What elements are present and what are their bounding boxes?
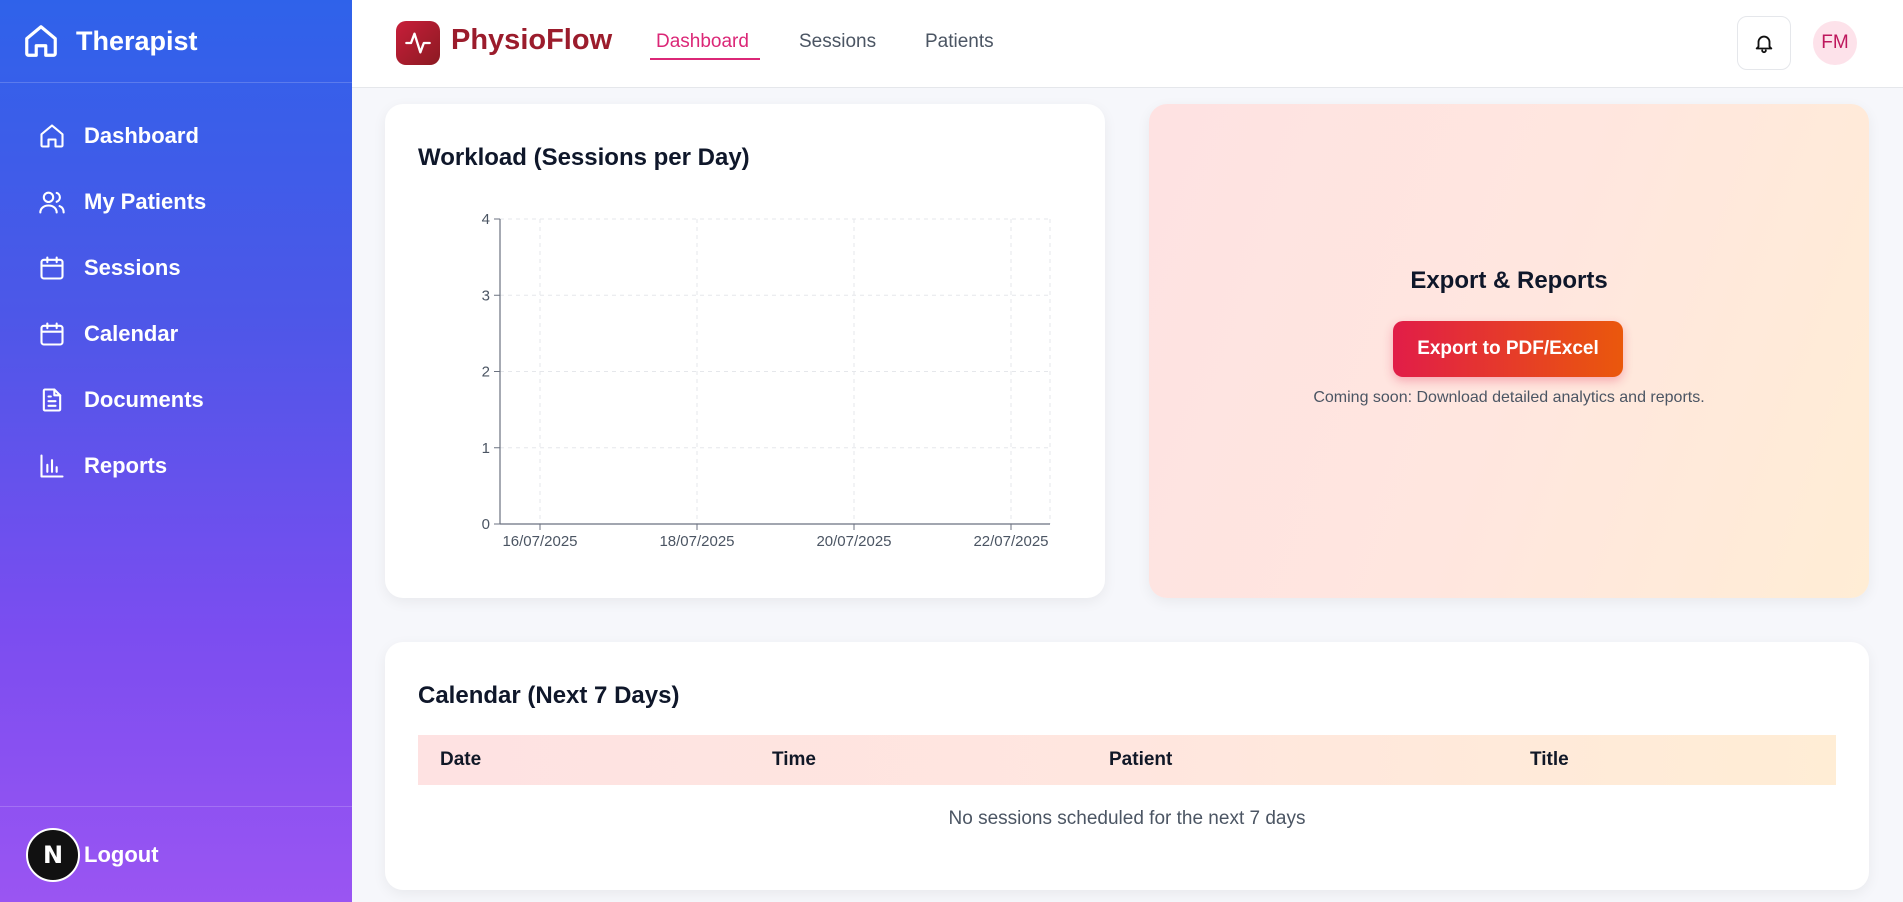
calendar-card: Calendar (Next 7 Days) Date Time Patient… <box>385 642 1869 890</box>
calendar-title: Calendar (Next 7 Days) <box>418 682 680 709</box>
y-tick-label: 3 <box>482 287 490 304</box>
y-tick-label: 2 <box>482 364 490 381</box>
export-button[interactable]: Export to PDF/Excel <box>1393 321 1623 377</box>
notifications-button[interactable] <box>1737 16 1791 70</box>
sidebar-item-label: My Patients <box>84 189 207 214</box>
logout-label: Logout <box>84 841 159 867</box>
tab-dashboard[interactable]: Dashboard <box>656 31 749 53</box>
sidebar-item-label: Documents <box>84 387 204 412</box>
sidebar-item-calendar[interactable]: Calendar <box>0 301 352 367</box>
column-header-time[interactable]: Time <box>772 749 816 771</box>
y-tick-label: 1 <box>482 440 490 457</box>
sidebar-item-label: Calendar <box>84 321 179 346</box>
x-tick-label: 20/07/2025 <box>816 533 891 550</box>
sidebar-item-reports[interactable]: Reports <box>0 433 352 499</box>
export-title: Export & Reports <box>1410 267 1608 294</box>
sidebar-brand[interactable]: Therapist <box>0 0 352 83</box>
sidebar: Therapist Dashboard My Patients Sessions… <box>0 0 352 902</box>
sidebar-nav: Dashboard My Patients Sessions Calendar … <box>0 83 352 499</box>
y-tick-label: 4 <box>482 211 490 228</box>
column-header-date[interactable]: Date <box>440 749 481 771</box>
users-icon <box>39 191 65 214</box>
sidebar-item-documents[interactable]: Documents <box>0 367 352 433</box>
sidebar-item-dashboard[interactable]: Dashboard <box>0 103 352 169</box>
user-avatar[interactable]: FM <box>1813 21 1857 65</box>
tab-patients[interactable]: Patients <box>925 31 994 53</box>
x-tick-label: 16/07/2025 <box>502 533 577 550</box>
active-tab-indicator <box>650 58 760 60</box>
sidebar-item-label: Sessions <box>84 255 181 280</box>
logo-text[interactable]: PhysioFlow <box>451 24 612 57</box>
sidebar-item-sessions[interactable]: Sessions <box>0 235 352 301</box>
bar-chart-icon <box>40 454 64 478</box>
calendar-table-header: Date Time Patient Title <box>418 735 1836 785</box>
sidebar-item-my-patients[interactable]: My Patients <box>0 169 352 235</box>
workload-chart: 0 1 2 3 4 16/07/2025 18/07/2025 20/07/2025 22/07… <box>482 211 1051 550</box>
heartbeat-icon <box>405 32 431 54</box>
sidebar-item-label: Dashboard <box>84 123 199 148</box>
calendar-empty-message: No sessions scheduled for the next 7 day… <box>948 808 1306 829</box>
bell-icon <box>1755 35 1773 54</box>
sidebar-brand-label: Therapist <box>76 25 198 56</box>
calendar-icon <box>40 256 64 280</box>
column-header-patient[interactable]: Patient <box>1109 749 1172 771</box>
home-icon <box>25 25 57 57</box>
y-tick-label: 0 <box>482 516 490 533</box>
workload-card: Workload (Sessions per Day) 0 1 2 3 4 16/07/2… <box>385 104 1105 598</box>
export-note: Coming soon: Download detailed analytics… <box>1313 389 1705 406</box>
topbar: PhysioFlow Dashboard Sessions Patients F… <box>352 0 1903 88</box>
x-tick-label: 18/07/2025 <box>659 533 734 550</box>
logout-avatar: N <box>26 827 80 882</box>
tab-sessions[interactable]: Sessions <box>799 31 876 53</box>
logo-mark[interactable] <box>396 21 440 65</box>
logout-button[interactable]: N Logout <box>0 806 352 902</box>
calendar-icon <box>40 322 64 346</box>
document-icon <box>42 388 62 412</box>
x-tick-label: 22/07/2025 <box>973 533 1048 550</box>
sidebar-item-label: Reports <box>84 453 168 478</box>
column-header-title[interactable]: Title <box>1530 749 1569 771</box>
export-card: Export & Reports Export to PDF/Excel Com… <box>1149 104 1869 598</box>
home-icon <box>40 124 64 148</box>
